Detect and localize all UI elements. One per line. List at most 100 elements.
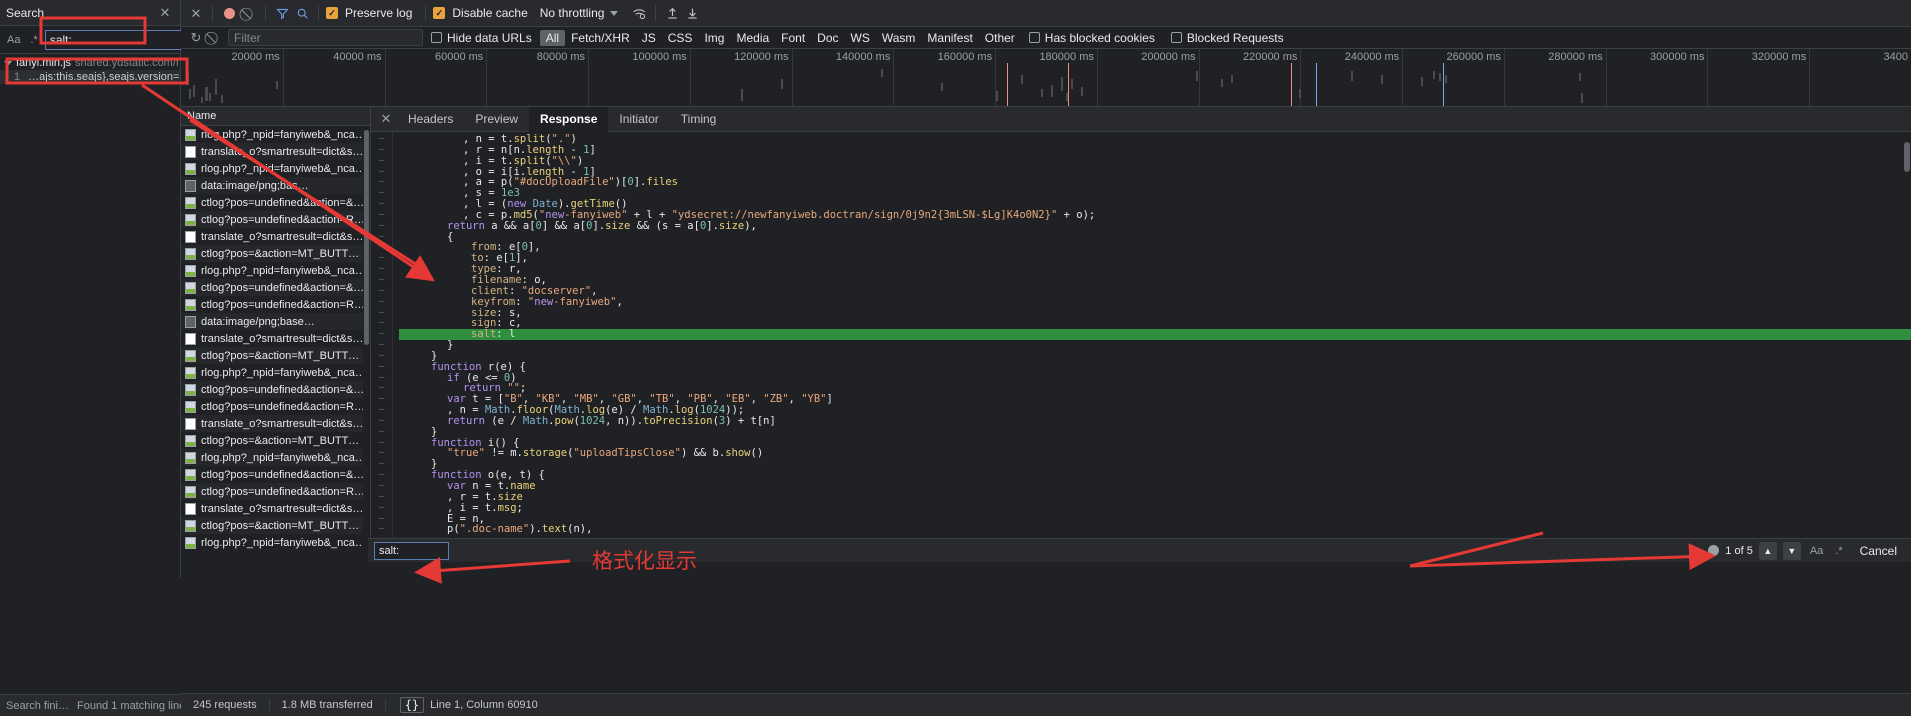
find-cancel-button[interactable]: Cancel (1852, 544, 1905, 558)
pretty-print-button[interactable]: {} (399, 697, 425, 713)
disable-cache-checkbox[interactable]: ✓ (433, 7, 446, 19)
scrollbar-thumb[interactable] (1904, 142, 1910, 172)
code-line: E = n, (447, 512, 485, 525)
divider (212, 5, 213, 21)
timeline-tick-label: 200000 ms (1141, 51, 1196, 63)
scrollbar-thumb[interactable] (364, 130, 369, 345)
tab-timing[interactable]: Timing (670, 107, 728, 132)
preserve-log-checkbox[interactable]: ✓ (326, 7, 338, 19)
tab-response[interactable]: Response (529, 106, 609, 132)
match-case-toggle[interactable]: Aa (4, 33, 23, 47)
table-row[interactable]: ctlog?pos=undefined&action=RE.. (181, 296, 370, 313)
table-row[interactable]: translate_o?smartresult=dict&sm.. (181, 330, 370, 347)
code-fold-marker[interactable]: – (371, 296, 392, 308)
chevron-down-icon[interactable]: ▼ (1782, 541, 1801, 560)
table-row[interactable]: rlog.php?_npid=fanyiweb&_ncat=. (181, 262, 370, 279)
table-row[interactable]: translate_o?smartresult=dict&sm.. (181, 415, 370, 432)
clear-icon[interactable]: ⃠ (205, 29, 223, 47)
table-row[interactable]: ctlog?pos=&action=MT_BUTTON. (181, 517, 370, 534)
blocked-requests-checkbox[interactable]: Blocked Requests (1170, 31, 1284, 45)
table-row[interactable]: translate_o?smartresult=dict&sm.. (181, 228, 370, 245)
filter-type-css[interactable]: CSS (662, 30, 699, 46)
table-row[interactable]: ctlog?pos=undefined&action=&se. (181, 194, 370, 211)
filter-type-manifest[interactable]: Manifest (921, 30, 978, 46)
timeline-activity-bar (996, 91, 998, 101)
image-file-icon (185, 349, 196, 362)
table-row[interactable]: translate_o?smartresult=dict&sm.. (181, 500, 370, 517)
code-fold-gutter[interactable]: – – – – – – – – – – – – – – – – – – – – – – – – – – – – – – – – – – – – – (371, 132, 393, 562)
chevron-up-icon[interactable]: ▲ (1758, 541, 1777, 560)
table-row[interactable]: ctlog?pos=&action=MT_BUTTON. (181, 245, 370, 262)
table-row[interactable]: rlog.php?_npid=fanyiweb&_ncat=. (181, 534, 370, 551)
response-code-viewer[interactable]: – – – – – – – – – – – – – – – – – – – – – – – – – – – – – – – – – – – – – , … (371, 132, 1911, 562)
code-content[interactable]: , n = t.split("."), r = n[n.length - 1],… (393, 132, 1911, 562)
table-row[interactable]: translate_o?smartresult=dict&sm.. (181, 143, 370, 160)
table-row[interactable]: ctlog?pos=undefined&action=RE.. (181, 398, 370, 415)
table-row[interactable]: data:image/png;base… (181, 313, 370, 330)
table-row[interactable]: rlog.php?_npid=fanyiweb&_ncat=. (181, 160, 370, 177)
wifi-settings-icon[interactable] (630, 4, 648, 22)
clear-icon[interactable]: ⃠ (240, 4, 258, 22)
filter-type-other[interactable]: Other (979, 30, 1021, 46)
regex-toggle[interactable]: .* (27, 33, 40, 47)
filter-type-js[interactable]: JS (636, 30, 662, 46)
close-icon[interactable]: ✕ (156, 4, 174, 22)
find-regex-toggle[interactable]: .* (1832, 545, 1845, 557)
tab-initiator[interactable]: Initiator (608, 107, 669, 132)
table-row[interactable]: rlog.php?_npid=fanyiweb&_ncat=. (181, 364, 370, 381)
filter-input[interactable] (228, 29, 423, 46)
find-input[interactable] (374, 541, 449, 560)
filter-type-media[interactable]: Media (730, 30, 775, 46)
request-name: rlog.php?_npid=fanyiweb&_ncat=. (201, 536, 366, 549)
filter-type-font[interactable]: Font (775, 30, 811, 46)
throttling-select[interactable]: No throttling (540, 6, 605, 20)
table-row[interactable]: ctlog?pos=undefined&action=&se. (181, 466, 370, 483)
tab-headers[interactable]: Headers (397, 107, 464, 132)
filter-type-fetch-xhr[interactable]: Fetch/XHR (565, 30, 636, 46)
code-fold-marker[interactable]: – (371, 426, 392, 438)
filter-icon[interactable] (273, 4, 291, 22)
table-row[interactable]: rlog.php?_npid=fanyiweb&_ncat=. (181, 126, 370, 143)
table-row[interactable]: ctlog?pos=undefined&action=RE.. (181, 483, 370, 500)
table-row[interactable]: ctlog?pos=undefined&action=&se. (181, 279, 370, 296)
table-row[interactable]: data:image/png;bas… (181, 177, 370, 194)
search-result-line[interactable]: 1 …ajs:this.seajs},seajs.version="1.… (0, 70, 180, 84)
request-list-scrollbar[interactable] (363, 126, 370, 562)
filter-type-img[interactable]: Img (698, 30, 730, 46)
tab-preview[interactable]: Preview (464, 107, 529, 132)
network-overview-timeline[interactable]: 20000 ms 40000 ms 60000 ms 80000 ms 100000 m… (181, 49, 1911, 107)
image-file-icon (185, 451, 196, 464)
table-row[interactable]: ctlog?pos=undefined&action=&se. (181, 381, 370, 398)
close-icon[interactable]: ✕ (375, 111, 397, 127)
table-row[interactable]: ctlog?pos=undefined&action=RE.. (181, 211, 370, 228)
table-row[interactable]: ctlog?pos=&action=MT_BUTTON. (181, 432, 370, 449)
code-fold-marker[interactable]: – (371, 361, 392, 373)
code-fold-marker[interactable]: – (371, 524, 392, 535)
hide-data-urls-checkbox[interactable]: Hide data URLs (431, 31, 532, 45)
filter-type-all[interactable]: All (539, 29, 566, 46)
table-row[interactable]: ctlog?pos=&action=MT_BUTTON. (181, 347, 370, 364)
filter-type-wasm[interactable]: Wasm (876, 30, 922, 46)
filter-type-ws[interactable]: WS (845, 30, 876, 46)
table-row[interactable]: rlog.php?_npid=fanyiweb&_ncat=. (181, 449, 370, 466)
export-har-icon[interactable] (683, 4, 701, 22)
code-vertical-scrollbar[interactable] (1903, 132, 1911, 562)
search-result-file[interactable]: fanyi.min.js shared.ydstatic.com/f (0, 56, 180, 70)
close-icon[interactable]: ✕ (187, 4, 205, 22)
code-fold-marker[interactable]: – (371, 502, 392, 514)
refresh-icon[interactable]: ↻ (187, 29, 205, 47)
column-header-name: Name (187, 110, 217, 122)
filter-type-doc[interactable]: Doc (811, 30, 844, 46)
find-match-case-toggle[interactable]: Aa (1807, 545, 1826, 557)
code-fold-marker[interactable]: – (371, 220, 392, 232)
code-fold-marker[interactable]: – (371, 155, 392, 167)
chevron-down-icon[interactable] (610, 10, 619, 16)
record-icon[interactable] (220, 4, 238, 22)
request-list[interactable]: Name rlog.php?_npid=fanyiweb&_ncat=. tran… (181, 107, 371, 562)
image-file-icon (185, 519, 196, 532)
search-icon[interactable] (293, 4, 311, 22)
has-blocked-cookies-checkbox[interactable]: Has blocked cookies (1028, 31, 1155, 45)
import-har-icon[interactable] (663, 4, 681, 22)
preserve-log-label: Preserve log (345, 6, 413, 20)
network-toolbar: ✕ ⃠ ✓ Preserve log ✓ Disable cache No th… (181, 0, 1911, 27)
